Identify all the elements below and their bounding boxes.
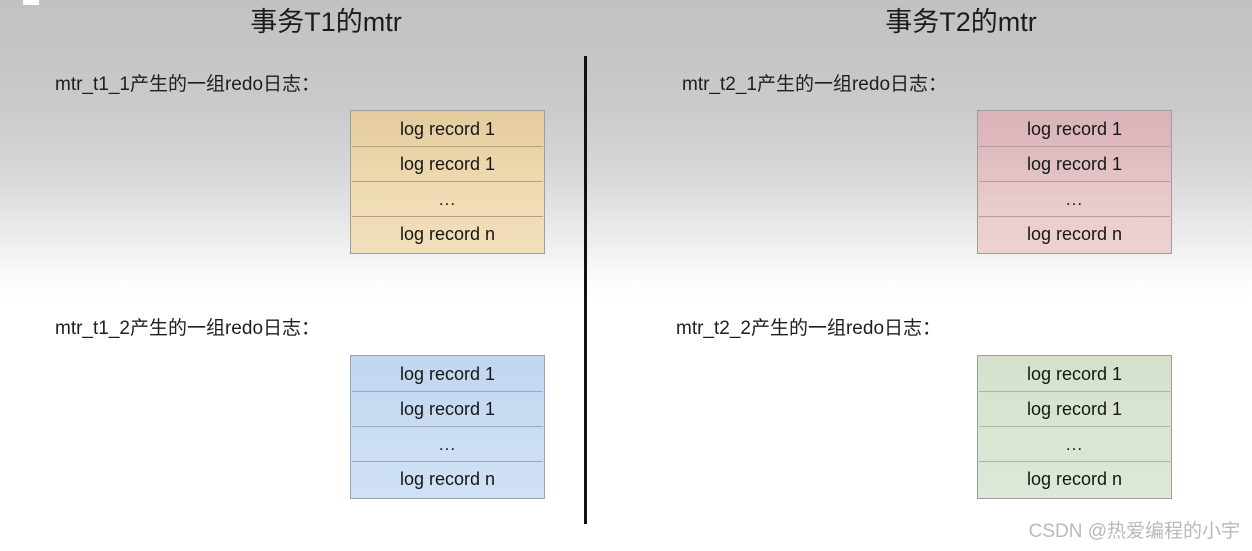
log-record-row: log record 1 bbox=[352, 392, 543, 427]
log-record-table-mtr-t1-1: log record 1 log record 1 ... log record… bbox=[350, 110, 545, 254]
log-record-row-ellipsis: ... bbox=[979, 182, 1170, 217]
log-record-table-mtr-t1-2: log record 1 log record 1 ... log record… bbox=[350, 355, 545, 499]
log-record-row: log record n bbox=[399, 224, 496, 244]
log-record-row: log record n bbox=[1026, 224, 1123, 244]
log-record-row: log record n bbox=[399, 469, 496, 489]
group-label-mtr-t1-2: mtr_t1_2产生的一组redo日志： bbox=[55, 318, 321, 339]
log-record-row: log record n bbox=[1026, 469, 1123, 489]
log-record-row: log record 1 bbox=[352, 357, 543, 392]
log-record-row-ellipsis: ... bbox=[979, 427, 1170, 462]
log-record-row: log record 1 bbox=[979, 147, 1170, 182]
log-record-row-ellipsis: ... bbox=[352, 182, 543, 217]
group-label-mtr-t2-1: mtr_t2_1产生的一组redo日志： bbox=[682, 74, 948, 95]
csdn-watermark: CSDN @热爱编程的小宇 bbox=[1028, 521, 1240, 542]
slide-canvas: 事务T1的mtr 事务T2的mtr mtr_t1_1产生的一组redo日志： l… bbox=[0, 0, 1252, 551]
log-record-row: log record 1 bbox=[979, 112, 1170, 147]
log-record-row: log record 1 bbox=[352, 147, 543, 182]
column-divider bbox=[584, 56, 587, 524]
column-title-t2: 事务T2的mtr bbox=[885, 7, 1037, 37]
log-record-table-mtr-t2-2: log record 1 log record 1 ... log record… bbox=[977, 355, 1172, 499]
log-record-row: log record 1 bbox=[979, 357, 1170, 392]
log-record-row: log record 1 bbox=[979, 392, 1170, 427]
log-record-row-ellipsis: ... bbox=[352, 427, 543, 462]
column-title-t1: 事务T1的mtr bbox=[250, 7, 402, 37]
group-label-mtr-t1-1: mtr_t1_1产生的一组redo日志： bbox=[55, 74, 321, 95]
log-record-row: log record 1 bbox=[352, 112, 543, 147]
log-record-table-mtr-t2-1: log record 1 log record 1 ... log record… bbox=[977, 110, 1172, 254]
group-label-mtr-t2-2: mtr_t2_2产生的一组redo日志： bbox=[676, 318, 942, 339]
